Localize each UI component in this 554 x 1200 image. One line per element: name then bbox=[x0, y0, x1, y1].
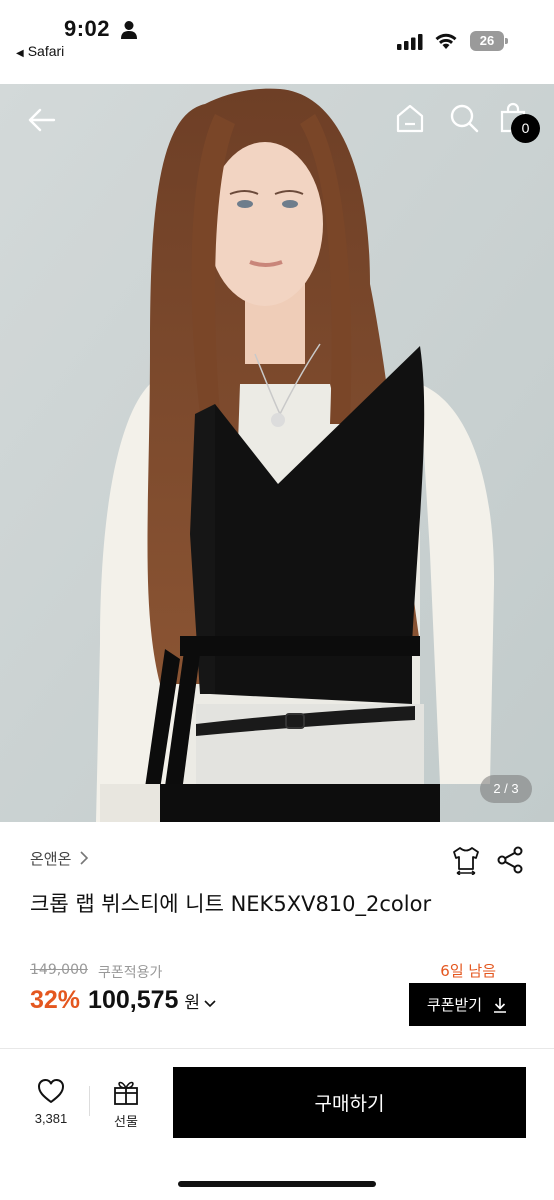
bottom-divider bbox=[89, 1086, 90, 1116]
size-guide-icon[interactable] bbox=[451, 845, 481, 875]
currency-unit: 원 bbox=[184, 993, 201, 1013]
heart-icon bbox=[38, 1079, 64, 1103]
home-icon[interactable] bbox=[394, 102, 426, 134]
search-icon[interactable] bbox=[448, 102, 480, 134]
product-photo bbox=[0, 84, 554, 822]
chevron-right-icon bbox=[80, 851, 89, 865]
sale-price: 100,575 bbox=[88, 986, 179, 1014]
back-arrow-icon[interactable] bbox=[26, 104, 58, 136]
original-price: 149,000 bbox=[30, 962, 88, 978]
wifi-icon bbox=[435, 33, 457, 49]
gift-button[interactable]: 선물 bbox=[104, 1078, 148, 1134]
days-left-label: 6일 남음 bbox=[440, 962, 496, 980]
chevron-down-icon[interactable] bbox=[204, 1000, 216, 1008]
product-title: 크롭 랩 뷔스티에 니트 NEK5XV810_2color bbox=[30, 892, 432, 916]
download-icon bbox=[494, 997, 507, 1013]
brand-link[interactable]: 온앤온 bbox=[30, 846, 89, 870]
back-triangle-icon: ◀ bbox=[16, 48, 24, 59]
battery-level: 26 bbox=[470, 31, 504, 51]
status-bar: 9:02 ◀ Safari 26 bbox=[0, 0, 554, 84]
cellular-signal-icon bbox=[397, 34, 423, 50]
price-row[interactable]: 32% 100,575 원 bbox=[30, 986, 216, 1020]
gift-label: 선물 bbox=[114, 1115, 138, 1130]
buy-label: 구매하기 bbox=[314, 1093, 385, 1115]
brand-name: 온앤온 bbox=[30, 849, 72, 868]
status-time: 9:02 bbox=[64, 16, 111, 41]
battery-icon: 26 bbox=[470, 31, 508, 51]
person-icon bbox=[121, 21, 137, 39]
like-button[interactable]: 3,381 bbox=[28, 1078, 74, 1134]
back-to-safari[interactable]: ◀ Safari bbox=[16, 43, 64, 59]
like-count: 3,381 bbox=[34, 1111, 68, 1126]
get-coupon-label: 쿠폰받기 bbox=[426, 996, 483, 1014]
image-page-indicator: 2 / 3 bbox=[480, 775, 532, 803]
home-indicator bbox=[178, 1181, 376, 1187]
back-app-label: Safari bbox=[27, 43, 65, 59]
discount-rate: 32% bbox=[30, 986, 81, 1014]
share-icon[interactable] bbox=[496, 846, 524, 874]
product-image-gallery[interactable]: 0 2 / 3 bbox=[0, 84, 554, 822]
get-coupon-button[interactable]: 쿠폰받기 bbox=[409, 983, 526, 1026]
section-divider bbox=[0, 1048, 554, 1049]
gift-icon bbox=[114, 1081, 138, 1105]
cart-count-badge: 0 bbox=[511, 114, 540, 143]
coupon-price-label: 쿠폰적용가 bbox=[98, 965, 163, 981]
buy-button[interactable]: 구매하기 bbox=[173, 1067, 526, 1138]
